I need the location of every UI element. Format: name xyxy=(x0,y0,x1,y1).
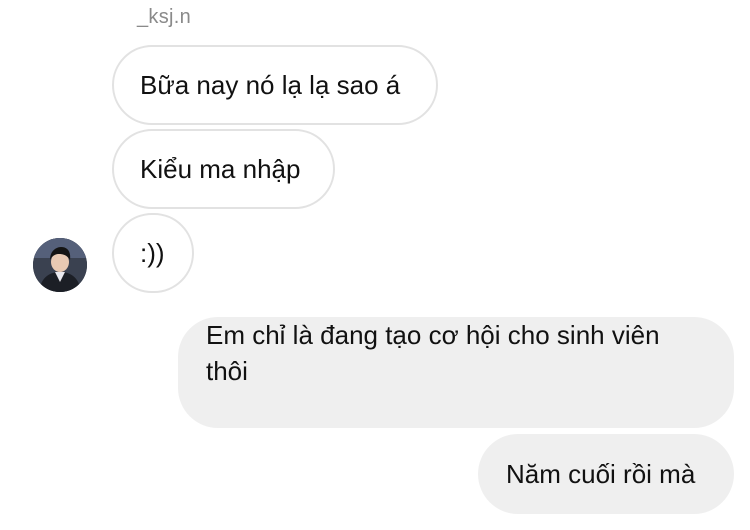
received-message-2[interactable]: Kiểu ma nhập xyxy=(112,129,335,209)
avatar[interactable] xyxy=(33,238,87,292)
sent-message-1[interactable]: Em chỉ là đang tạo cơ hội cho sinh viên … xyxy=(178,317,734,428)
message-text: Kiểu ma nhập xyxy=(140,154,301,184)
message-text: :)) xyxy=(140,238,165,268)
received-message-3[interactable]: :)) xyxy=(112,213,194,293)
sent-message-2[interactable]: Năm cuối rồi mà xyxy=(478,434,734,514)
message-text: Bữa nay nó lạ lạ sao á xyxy=(140,70,401,100)
profile-photo-icon xyxy=(33,238,87,292)
received-message-1[interactable]: Bữa nay nó lạ lạ sao á xyxy=(112,45,438,125)
message-text: Năm cuối rồi mà xyxy=(506,459,696,489)
message-text: Em chỉ là đang tạo cơ hội cho sinh viên … xyxy=(206,320,660,386)
sender-name[interactable]: _ksj.n xyxy=(137,6,191,29)
